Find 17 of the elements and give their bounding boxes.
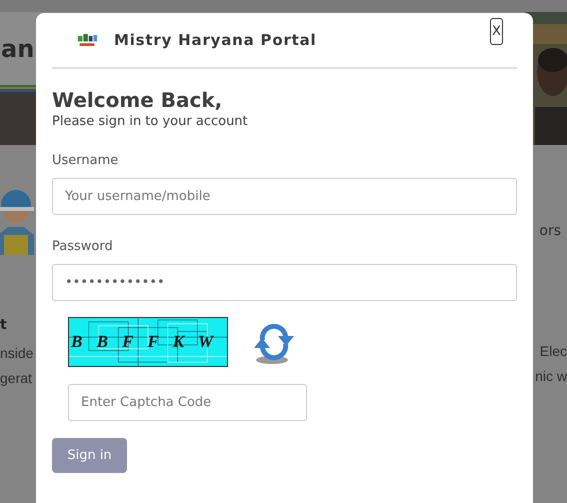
dialog-title: Mistry Haryana Portal xyxy=(114,31,316,49)
close-button[interactable]: X xyxy=(490,18,503,45)
welcome-heading: Welcome Back, xyxy=(52,88,224,112)
body-text: nside xyxy=(0,344,34,363)
body-text: Elec xyxy=(540,342,567,361)
input-field[interactable]: Your username/mobile xyxy=(52,178,517,215)
card-text: ors xyxy=(539,223,561,239)
captcha-input[interactable]: Enter Captcha Code xyxy=(68,384,307,421)
body-text: nic w xyxy=(535,367,567,386)
page-heading: an xyxy=(1,34,34,62)
field-label: Password xyxy=(52,239,114,254)
subtitle: Please sign in to your account xyxy=(52,114,249,129)
input-field[interactable]: ••••••••••••• xyxy=(52,264,517,301)
field-label: Username xyxy=(52,153,120,168)
body-text: gerat xyxy=(0,369,32,388)
section-title: t xyxy=(0,317,7,333)
logo-icon xyxy=(76,32,98,48)
